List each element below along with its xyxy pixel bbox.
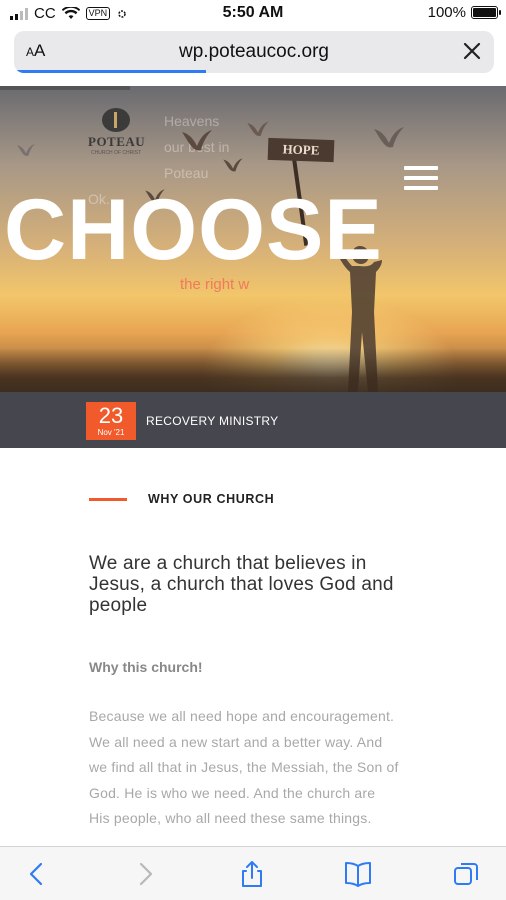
bird-icon — [17, 143, 35, 156]
event-date-badge: 23 Nov '21 — [86, 402, 136, 440]
site-logo[interactable]: POTEAU CHURCH OF CHRIST — [88, 108, 146, 156]
accent-dash — [89, 497, 127, 501]
hope-sign: HOPE — [267, 137, 335, 163]
event-month: Nov '21 — [97, 428, 125, 437]
top-accent-line — [0, 86, 130, 90]
book-icon[interactable] — [343, 859, 373, 889]
battery-percent: 100% — [427, 4, 466, 21]
close-icon[interactable] — [460, 39, 484, 63]
event-title-link[interactable]: RECOVERY MINISTRY — [146, 414, 278, 428]
event-bar[interactable]: 23 Nov '21 RECOVERY MINISTRY — [0, 392, 506, 448]
hero-tagline: the right w — [180, 276, 250, 293]
hero-banner: POTEAU CHURCH OF CHRIST Heavens our best… — [0, 86, 506, 448]
forward-icon[interactable] — [130, 859, 160, 889]
load-progress-bar — [14, 70, 206, 73]
subhead: Why this church! — [89, 659, 203, 675]
address-bar[interactable]: AA wp.poteaucoc.org — [14, 31, 494, 73]
bird-icon — [247, 121, 269, 136]
bird-icon — [182, 130, 212, 151]
hero-headline: CHOOSE — [4, 182, 383, 278]
battery-icon — [471, 6, 501, 19]
grass-field — [0, 348, 506, 398]
logo-emblem-icon — [102, 108, 130, 132]
logo-text: POTEAU — [88, 134, 146, 149]
logo-subtext: CHURCH OF CHRIST — [91, 150, 141, 156]
bird-icon — [223, 158, 243, 172]
back-icon[interactable] — [22, 859, 52, 889]
event-day: 23 — [98, 403, 124, 428]
body-text: Because we all need hope and encourageme… — [89, 708, 399, 826]
section-label: WHY OUR CHURCH — [89, 492, 274, 506]
url-text[interactable]: wp.poteaucoc.org — [14, 41, 494, 63]
lead-heading: We are a church that believes in Jesus, … — [89, 553, 394, 616]
browser-toolbar — [0, 846, 506, 900]
share-icon[interactable] — [237, 859, 267, 889]
status-bar: CC VPN 5:50 AM 100% — [0, 0, 506, 26]
bird-icon — [374, 127, 404, 148]
tabs-icon[interactable] — [451, 859, 481, 889]
section-label-text: WHY OUR CHURCH — [148, 492, 275, 506]
